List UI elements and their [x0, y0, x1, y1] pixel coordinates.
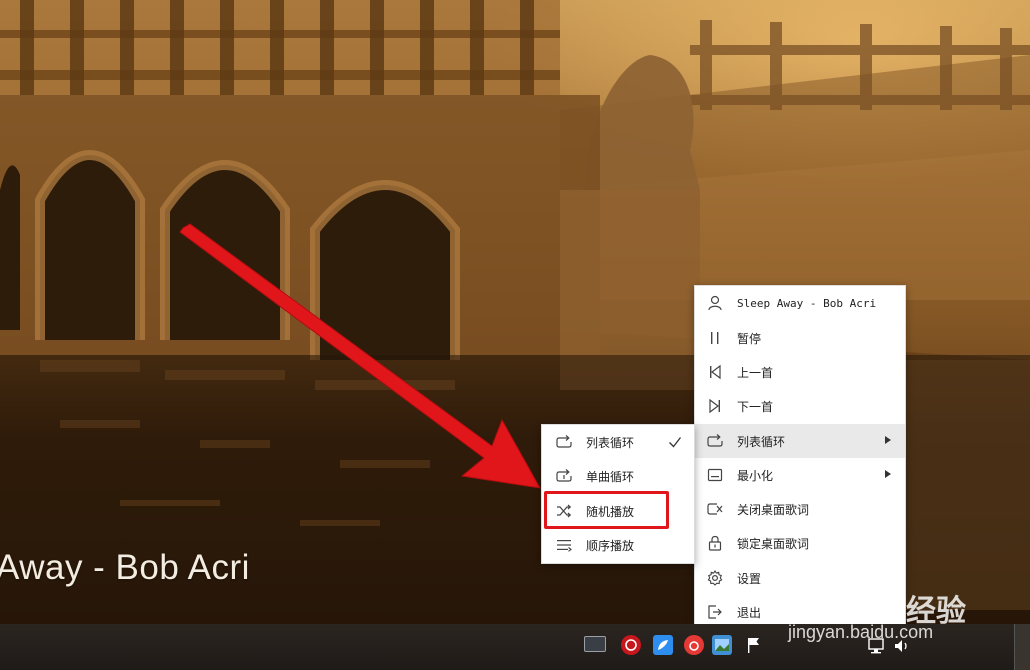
menu-item-label: 最小化	[737, 468, 774, 483]
menu-item-label: 列表循环	[737, 434, 786, 449]
menu-item-next[interactable]: 下一首	[695, 389, 905, 423]
menu-item-settings[interactable]: 设置	[695, 561, 905, 595]
menu-item-pause[interactable]: 暂停	[695, 321, 905, 355]
pause-icon	[707, 330, 723, 346]
checkmark-icon	[668, 435, 682, 452]
submenu-item-single-repeat[interactable]: 单曲循环	[542, 459, 694, 493]
repeat-icon	[707, 433, 723, 449]
submenu-item-list-repeat[interactable]: 列表循环	[542, 425, 694, 459]
weibo-icon[interactable]	[684, 635, 704, 655]
submenu-arrow-icon	[885, 470, 891, 478]
menu-item-now-playing[interactable]: Sleep Away - Bob Acri	[695, 286, 905, 320]
close-lyrics-icon	[707, 501, 723, 517]
submenu-item-label: 随机播放	[586, 504, 635, 519]
menu-item-label: 上一首	[737, 365, 774, 380]
play-mode-submenu: 列表循环 单曲循环 随机播放 顺序播放	[541, 424, 695, 564]
menu-item-label: 关闭桌面歌词	[737, 502, 810, 517]
menu-item-label: 设置	[737, 571, 762, 586]
next-icon	[707, 398, 723, 414]
submenu-item-label: 单曲循环	[586, 469, 635, 484]
menu-item-close-lyrics[interactable]: 关闭桌面歌词	[695, 492, 905, 526]
shuffle-icon	[556, 503, 572, 519]
menu-item-lock-lyrics[interactable]: 锁定桌面歌词	[695, 526, 905, 560]
image-app-icon[interactable]	[712, 635, 732, 655]
menu-item-label: Sleep Away - Bob Acri	[737, 296, 877, 310]
menu-item-label: 锁定桌面歌词	[737, 536, 810, 551]
menu-item-minimize[interactable]: 最小化	[695, 458, 905, 492]
keyboard-icon[interactable]	[584, 636, 606, 652]
person-icon	[707, 295, 723, 311]
previous-icon	[707, 364, 723, 380]
repeat-list-icon	[556, 434, 572, 450]
menu-item-label: 暂停	[737, 331, 762, 346]
action-center-flag-icon[interactable]	[744, 635, 764, 655]
menu-item-label: 退出	[737, 605, 762, 620]
volume-icon[interactable]	[892, 636, 912, 656]
repeat-one-icon	[556, 468, 572, 484]
exit-icon	[707, 604, 723, 620]
menu-item-play-mode[interactable]: 列表循环	[695, 424, 905, 458]
submenu-arrow-icon	[885, 436, 891, 444]
network-icon[interactable]	[866, 636, 886, 656]
menu-item-previous[interactable]: 上一首	[695, 355, 905, 389]
minimize-icon	[707, 467, 723, 483]
feather-app-icon[interactable]	[653, 635, 673, 655]
submenu-item-shuffle[interactable]: 随机播放	[542, 494, 694, 528]
submenu-item-sequential[interactable]: 顺序播放	[542, 528, 694, 562]
menu-item-label: 下一首	[737, 399, 774, 414]
sequential-icon	[556, 537, 572, 553]
submenu-item-label: 顺序播放	[586, 538, 635, 553]
tray-context-menu: Sleep Away - Bob Acri 暂停 上一首 下一首 列表循环 最小…	[694, 285, 906, 630]
lock-icon	[707, 535, 723, 551]
desktop-lyrics-text: Away - Bob Acri	[0, 548, 250, 587]
music-app-icon[interactable]	[621, 635, 641, 655]
show-desktop-button[interactable]	[1014, 624, 1030, 670]
gear-icon	[707, 570, 723, 586]
